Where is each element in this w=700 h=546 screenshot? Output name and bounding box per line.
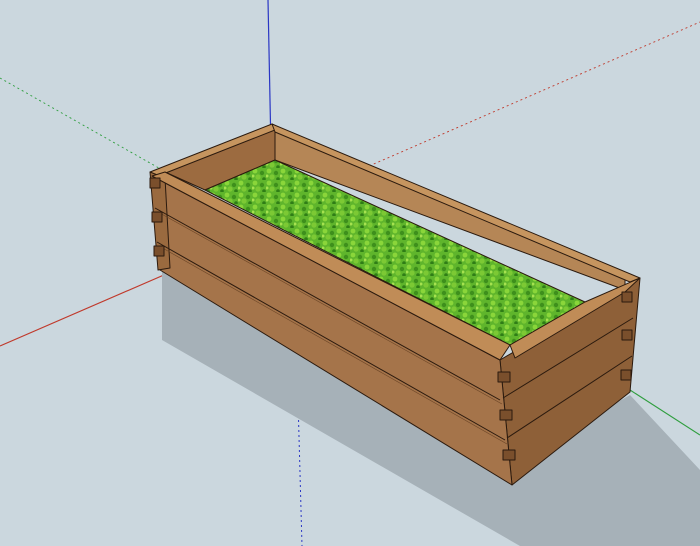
blue-axis-dashed — [297, 399, 303, 546]
red-axis-dashed — [359, 21, 700, 171]
3d-viewport[interactable] — [0, 0, 700, 546]
green-axis-dashed — [0, 77, 181, 181]
red-axis — [0, 267, 181, 347]
scene-canvas[interactable] — [0, 0, 700, 546]
